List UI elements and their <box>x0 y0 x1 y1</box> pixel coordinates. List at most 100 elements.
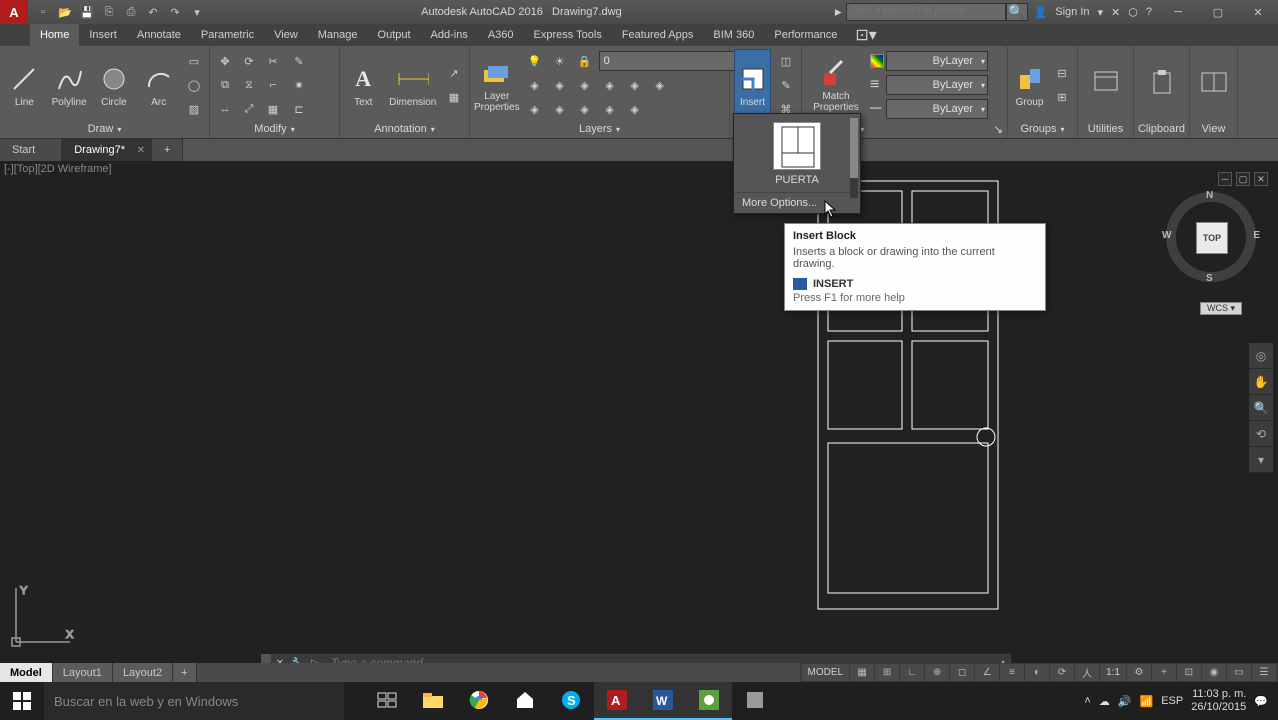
group-edit-icon[interactable]: ⊞ <box>1051 86 1073 108</box>
status-custom-icon[interactable]: ☰ <box>1252 664 1276 681</box>
status-cycle-icon[interactable]: ⟳ <box>1050 664 1074 681</box>
panel-view[interactable]: View <box>1190 46 1238 138</box>
edit-block-icon[interactable]: ✎ <box>775 74 797 96</box>
erase-icon[interactable]: ✎ <box>288 50 310 72</box>
layer-tool-1-icon[interactable]: ◈ <box>524 74 546 96</box>
chrome-icon[interactable] <box>456 682 502 720</box>
minimize-button[interactable]: ─ <box>1158 0 1198 24</box>
layer-tool-6-icon[interactable]: ◈ <box>649 74 671 96</box>
help-icon[interactable]: ? <box>1146 6 1152 18</box>
layer-tool-8-icon[interactable]: ◈ <box>549 98 571 120</box>
sun-icon[interactable]: ☀ <box>549 50 571 72</box>
chevron-down-icon[interactable]: ▾ <box>431 125 435 134</box>
qat-plot-icon[interactable]: ⎙ <box>122 3 140 21</box>
layer-tool-10-icon[interactable]: ◈ <box>599 98 621 120</box>
panel-clipboard[interactable]: Clipboard <box>1134 46 1190 138</box>
status-lw-icon[interactable]: ≡ <box>1000 664 1024 681</box>
doc-tab-active[interactable]: Drawing7*✕ <box>62 139 152 161</box>
qat-open-icon[interactable]: 📂 <box>56 3 74 21</box>
layout-tab-layout1[interactable]: Layout1 <box>53 663 113 682</box>
more-options-button[interactable]: More Options... <box>734 192 860 213</box>
tray-lang[interactable]: ESP <box>1161 695 1183 707</box>
color-dropdown[interactable]: ByLayer <box>886 51 988 71</box>
nav-orbit-icon[interactable]: ⟲ <box>1249 421 1273 447</box>
task-view-icon[interactable] <box>364 682 410 720</box>
chevron-down-icon[interactable]: ▾ <box>291 125 295 134</box>
viewcube[interactable]: TOP N S W E <box>1166 192 1256 282</box>
close-button[interactable]: ✕ <box>1238 0 1278 24</box>
text-button[interactable]: A Text <box>344 49 383 121</box>
qat-new-icon[interactable]: ▫ <box>34 3 52 21</box>
trim-icon[interactable]: ✂ <box>262 50 284 72</box>
qat-undo-icon[interactable]: ↶ <box>144 3 162 21</box>
status-snap-icon[interactable]: ⊞ <box>875 664 899 681</box>
qat-dropdown-icon[interactable]: ▾ <box>188 3 206 21</box>
tab-performance[interactable]: Performance <box>764 24 847 46</box>
chevron-down-icon[interactable]: ▾ <box>616 125 620 134</box>
layout-tab-new[interactable]: + <box>173 663 196 682</box>
chevron-down-icon[interactable]: ▾ <box>1061 125 1065 134</box>
status-osnap-icon[interactable]: ◻ <box>950 664 974 681</box>
layout-tab-layout2[interactable]: Layout2 <box>113 663 173 682</box>
viewcube-e[interactable]: E <box>1253 230 1260 241</box>
copy-icon[interactable]: ⧉ <box>214 74 236 96</box>
app-icon[interactable] <box>732 682 778 720</box>
tab-output[interactable]: Output <box>368 24 421 46</box>
status-model-label[interactable]: MODEL <box>802 664 850 681</box>
tab-bim360[interactable]: BIM 360 <box>703 24 764 46</box>
tab-view[interactable]: View <box>264 24 308 46</box>
insert-block-button[interactable]: Insert <box>734 49 771 121</box>
chevron-down-icon[interactable]: ▾ <box>117 125 121 134</box>
status-hw-icon[interactable]: ◉ <box>1202 664 1226 681</box>
tab-annotate[interactable]: Annotate <box>127 24 191 46</box>
status-polar-icon[interactable]: ⊕ <box>925 664 949 681</box>
nav-wheel-icon[interactable]: ◎ <box>1249 343 1273 369</box>
maximize-button[interactable]: ▢ <box>1198 0 1238 24</box>
qat-redo-icon[interactable]: ↷ <box>166 3 184 21</box>
status-anno-icon[interactable]: 人 <box>1075 664 1099 681</box>
layer-tool-2-icon[interactable]: ◈ <box>549 74 571 96</box>
ellipse-icon[interactable]: ◯ <box>183 74 205 96</box>
search-arrow-icon[interactable]: ▸ <box>831 4 846 20</box>
a360-icon[interactable]: ⬡ <box>1128 6 1138 19</box>
layer-tool-3-icon[interactable]: ◈ <box>574 74 596 96</box>
qat-save-icon[interactable]: 💾 <box>78 3 96 21</box>
tab-addins[interactable]: Add-ins <box>421 24 478 46</box>
tray-notifications-icon[interactable]: 💬 <box>1254 695 1268 708</box>
viewcube-n[interactable]: N <box>1206 190 1213 201</box>
create-block-icon[interactable]: ◫ <box>775 50 797 72</box>
signin-dropdown-icon[interactable]: ▾ <box>1098 6 1104 19</box>
viewcube-w[interactable]: W <box>1162 230 1171 241</box>
taskbar-search[interactable]: Buscar en la web y en Windows <box>44 682 344 720</box>
autocad-taskbar-icon[interactable]: A <box>594 682 640 720</box>
qat-saveas-icon[interactable]: ⎘ <box>100 3 118 21</box>
layer-tool-7-icon[interactable]: ◈ <box>524 98 546 120</box>
line-button[interactable]: Line <box>4 49 45 121</box>
tab-parametric[interactable]: Parametric <box>191 24 264 46</box>
lock-icon[interactable]: 🔒 <box>574 50 596 72</box>
ungroup-icon[interactable]: ⊟ <box>1051 62 1073 84</box>
word-icon[interactable]: W <box>640 682 686 720</box>
close-tab-icon[interactable]: ✕ <box>137 145 145 156</box>
tab-home[interactable]: Home <box>30 24 79 46</box>
tray-up-icon[interactable]: ˄ <box>1084 695 1090 707</box>
viewcube-top-face[interactable]: TOP <box>1196 222 1228 254</box>
tab-express-tools[interactable]: Express Tools <box>524 24 612 46</box>
palette-min-icon[interactable]: ─ <box>1218 172 1232 186</box>
status-plus-icon[interactable]: + <box>1152 664 1176 681</box>
dialog-launcher-icon[interactable]: ↘ <box>994 123 1003 136</box>
tray-clock[interactable]: 11:03 p. m. 26/10/2015 <box>1191 688 1246 714</box>
exchange-icon[interactable]: ✕ <box>1111 6 1120 19</box>
status-otrack-icon[interactable]: ∠ <box>975 664 999 681</box>
tab-insert[interactable]: Insert <box>79 24 127 46</box>
status-ortho-icon[interactable]: ∟ <box>900 664 924 681</box>
popup-scrollbar[interactable] <box>850 118 858 198</box>
block-thumb-puerta[interactable]: PUERTA <box>734 114 860 192</box>
rotate-icon[interactable]: ⟳ <box>238 50 260 72</box>
status-gear-icon[interactable]: ⚙ <box>1127 664 1151 681</box>
hatch-icon[interactable]: ▨ <box>183 98 205 120</box>
layout-tab-model[interactable]: Model <box>0 663 53 682</box>
tray-volume-icon[interactable]: 🔊 <box>1118 695 1132 708</box>
dimension-button[interactable]: Dimension <box>387 49 440 121</box>
layer-tool-11-icon[interactable]: ◈ <box>624 98 646 120</box>
